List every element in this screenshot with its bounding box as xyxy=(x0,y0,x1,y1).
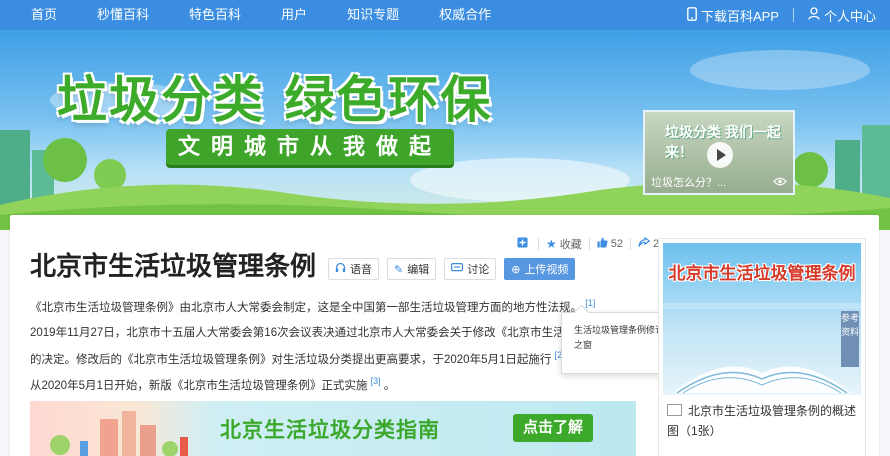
download-app-label: 下载百科APP xyxy=(700,8,779,24)
reference-tag: 参考资料 xyxy=(841,311,859,367)
thumbs-up-icon xyxy=(597,237,608,251)
upload-video-label: 上传视频 xyxy=(524,264,569,276)
like-button[interactable]: 52 xyxy=(590,237,630,251)
nav-topics[interactable]: 知识专题 xyxy=(327,0,419,30)
edit-label: 编辑 xyxy=(407,264,430,276)
reference-caption[interactable]: 北京市生活垃圾管理条例的概述图（1张） xyxy=(667,401,862,441)
nav-cooperation[interactable]: 权威合作 xyxy=(419,0,511,30)
page-title: 北京市生活垃圾管理条例 xyxy=(30,251,317,281)
reference-image-title: 北京市生活垃圾管理条例 xyxy=(668,264,856,283)
share-icon xyxy=(638,236,651,251)
revision-text-line1: 2019年11月27日，北京市十五届人大常委会第16次会议表决通过北京市人大常委… xyxy=(30,327,577,339)
nav-miaodong[interactable]: 秒懂百科 xyxy=(77,0,169,30)
reference-image[interactable]: 北京市生活垃圾管理条例 参考资料 xyxy=(663,243,861,395)
intro-paragraph: 《北京市生活垃圾管理条例》由北京市人大常委会制定，这是全中国第一部生活垃圾管理方… xyxy=(30,292,595,319)
user-icon xyxy=(808,7,820,23)
discuss-button[interactable]: 讨论 xyxy=(444,258,497,280)
nav-users[interactable]: 用户 xyxy=(261,0,327,30)
nav-home[interactable]: 首页 xyxy=(0,0,77,30)
revision-text-line2: 的决定。修改后的《北京市生活垃圾管理条例》对生活垃圾分类提出更高要求，于2020… xyxy=(30,353,552,366)
guide-title: 北京生活垃圾分类指南 xyxy=(220,419,440,442)
pencil-icon: ✎ xyxy=(394,263,404,276)
user-center-label: 个人中心 xyxy=(823,8,876,24)
reference-link-3[interactable]: [3] xyxy=(371,376,381,386)
article-toolbar: 语音 ✎ 编辑 讨论 ⊕ 上传视频 xyxy=(328,258,576,280)
banner-video-card[interactable]: 垃圾分类 我们一起来！ 垃圾怎么分？... xyxy=(643,110,795,195)
chat-icon xyxy=(451,262,464,276)
nav-right: 下载百科APP 个人中心 xyxy=(673,0,890,30)
eye-icon xyxy=(773,177,787,189)
video-caption: 垃圾怎么分？... xyxy=(651,177,727,189)
reference-caption-text: 北京市生活垃圾管理条例的概述图（1张） xyxy=(667,404,857,438)
sorting-guide-banner[interactable]: 北京生活垃圾分类指南 点击了解 xyxy=(30,401,636,456)
article-card: ★ 收藏 52 274 北京市生活垃圾管理条例 语音 ✎ 编辑 xyxy=(10,215,879,456)
reference-link-1[interactable]: [1] xyxy=(585,298,595,308)
banner: 垃圾分类 绿色环保 文明城市从我做起 垃圾分类 我们一起来！ 垃圾怎么分？... xyxy=(0,30,890,230)
play-icon[interactable] xyxy=(707,142,733,168)
phone-icon xyxy=(687,6,697,24)
plus-square-icon xyxy=(517,237,528,251)
star-icon: ★ xyxy=(546,237,557,251)
picture-icon xyxy=(667,404,682,416)
add-entry-button[interactable] xyxy=(510,237,538,251)
discuss-label: 讨论 xyxy=(467,264,490,276)
implementation-paragraph: 从2020年5月1日开始，新版《北京市生活垃圾管理条例》正式实施 [3] 。 xyxy=(30,370,395,397)
revision-paragraph: 2019年11月27日，北京市十五届人大常委会第16次会议表决通过北京市人大常委… xyxy=(30,322,576,371)
like-count: 52 xyxy=(610,238,624,250)
plus-circle-icon: ⊕ xyxy=(511,263,521,276)
period-text: 。 xyxy=(383,379,396,392)
voice-label: 语音 xyxy=(350,264,372,276)
intro-text: 《北京市生活垃圾管理条例》由北京市人大常委会制定，这是全中国第一部生活垃圾管理方… xyxy=(30,301,582,314)
edit-button[interactable]: ✎ 编辑 xyxy=(387,258,437,280)
learn-more-button[interactable]: 点击了解 xyxy=(513,414,594,442)
nav-special[interactable]: 特色百科 xyxy=(169,0,261,30)
implementation-text: 从2020年5月1日开始，新版《北京市生活垃圾管理条例》正式实施 xyxy=(30,379,368,392)
top-nav: 首页 秒懂百科 特色百科 用户 知识专题 权威合作 下载百科APP 个人中心 xyxy=(0,0,890,30)
headphones-icon xyxy=(335,262,346,276)
download-app-link[interactable]: 下载百科APP xyxy=(673,0,793,30)
banner-subslogan: 文明城市从我做起 xyxy=(166,129,455,165)
guide-illustration xyxy=(50,411,188,456)
reference-card[interactable]: 北京市生活垃圾管理条例 参考资料 北京市生活垃圾管理条例的概述图（1张） xyxy=(658,238,866,456)
collect-button[interactable]: ★ 收藏 xyxy=(539,236,589,252)
banner-slogan: 垃圾分类 绿色环保 xyxy=(57,71,493,129)
voice-button[interactable]: 语音 xyxy=(328,258,379,280)
collect-label: 收藏 xyxy=(559,239,582,251)
upload-video-button[interactable]: ⊕ 上传视频 xyxy=(504,258,576,280)
user-center-link[interactable]: 个人中心 xyxy=(794,0,890,30)
article-stats: ★ 收藏 52 274 xyxy=(510,236,678,252)
